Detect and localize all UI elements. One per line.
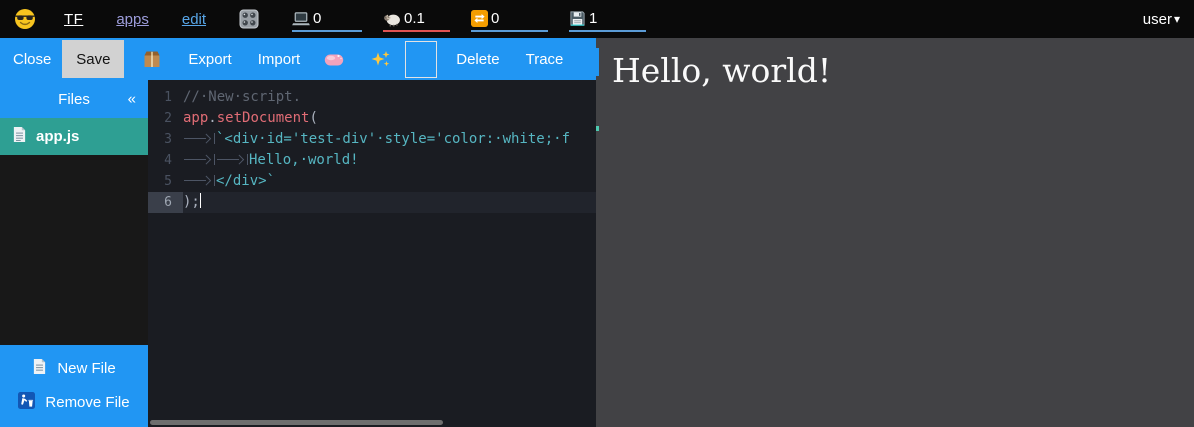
- storage-value: 1: [589, 10, 597, 27]
- code-token: `<div·id='test-div'·style='color:·white;…: [216, 131, 570, 147]
- storage-field[interactable]: 1: [569, 6, 646, 32]
- code-token: //·New·script.: [183, 89, 301, 105]
- overview-mark-blue: [596, 48, 599, 76]
- overview-mark-teal: [596, 126, 599, 131]
- ram-sheep-icon: [383, 12, 401, 27]
- control-knobs-icon[interactable]: [238, 8, 260, 30]
- app-preview-pane: Hello, world!: [596, 38, 1194, 427]
- smiley-sunglasses-icon: [14, 8, 36, 30]
- code-content[interactable]: Hello,·world!: [183, 150, 596, 171]
- collapse-sidebar-icon[interactable]: «: [128, 91, 136, 108]
- delete-button[interactable]: Delete: [456, 51, 499, 68]
- code-content[interactable]: app.setDocument(: [183, 108, 596, 129]
- code-content[interactable]: //·New·script.: [183, 87, 596, 108]
- remove-file-button[interactable]: Remove File: [0, 385, 148, 419]
- nav-link-apps[interactable]: apps: [116, 11, 149, 28]
- cpu-usage-value: 0: [313, 10, 321, 27]
- line-number: 4: [148, 150, 183, 171]
- litter-bin-icon: [18, 392, 35, 413]
- code-lines: 1//·New·script.2app.setDocument(3`<div·i…: [148, 80, 596, 213]
- export-button[interactable]: Export: [188, 51, 231, 68]
- tab-whitespace-icon: [183, 133, 215, 144]
- remove-file-label: Remove File: [45, 394, 129, 411]
- line-number: 1: [148, 87, 183, 108]
- code-content[interactable]: );: [183, 192, 596, 213]
- line-number: 2: [148, 108, 183, 129]
- code-token: .: [208, 110, 216, 126]
- ram-usage-field[interactable]: 0.1: [383, 6, 450, 32]
- code-line[interactable]: 4 Hello,·world!: [148, 150, 596, 171]
- trace-button[interactable]: Trace: [526, 51, 564, 68]
- scrollbar-thumb[interactable]: [150, 420, 443, 425]
- workspace: Files « app.js New File: [0, 80, 596, 427]
- main-area: Close Save Export Import Delete Trace Fi…: [0, 38, 1194, 427]
- code-line[interactable]: 1//·New·script.: [148, 87, 596, 108]
- new-file-label: New File: [57, 360, 115, 377]
- editor-toolbar: Close Save Export Import Delete Trace: [0, 38, 596, 80]
- code-token: );: [183, 194, 200, 210]
- sparkles-icon[interactable]: [371, 49, 391, 69]
- tab-whitespace-icon: [183, 154, 215, 165]
- code-line[interactable]: 2app.setDocument(: [148, 108, 596, 129]
- repeat-icon: [471, 10, 488, 27]
- horizontal-scrollbar[interactable]: [148, 418, 596, 427]
- import-button[interactable]: Import: [258, 51, 301, 68]
- nav-link-edit[interactable]: edit: [182, 11, 206, 28]
- code-token: Hello,·world!: [249, 152, 359, 168]
- topbar: TF apps edit 0 0.1 0 1 user ▾: [0, 0, 1194, 38]
- code-token: (: [309, 110, 317, 126]
- text-cursor: [200, 193, 202, 208]
- ram-usage-value: 0.1: [404, 10, 425, 27]
- laptop-icon: [292, 12, 310, 27]
- new-file-button[interactable]: New File: [0, 351, 148, 385]
- line-number: 5: [148, 171, 183, 192]
- sidebar-spacer: [0, 155, 148, 345]
- soap-icon[interactable]: [324, 52, 344, 67]
- code-line[interactable]: 5 </div>`: [148, 171, 596, 192]
- code-token: setDocument: [217, 110, 310, 126]
- code-editor[interactable]: 1//·New·script.2app.setDocument(3`<div·i…: [148, 80, 596, 427]
- new-file-icon: [32, 358, 47, 379]
- ide-pane: Close Save Export Import Delete Trace Fi…: [0, 38, 596, 427]
- code-line[interactable]: 6);: [148, 192, 596, 213]
- nav-link-tf[interactable]: TF: [64, 11, 83, 28]
- files-sidebar: Files « app.js New File: [0, 80, 148, 427]
- user-menu-label: user: [1143, 11, 1172, 28]
- floppy-disk-icon: [569, 10, 586, 27]
- code-line[interactable]: 3 `<div·id='test-div'·style='color:·white…: [148, 129, 596, 150]
- line-number: 6: [148, 192, 183, 213]
- close-button[interactable]: Close: [13, 51, 51, 68]
- code-content[interactable]: `<div·id='test-div'·style='color:·white;…: [183, 129, 596, 150]
- file-item-appjs[interactable]: app.js: [0, 118, 148, 155]
- tab-whitespace-icon: [216, 154, 248, 165]
- chevron-down-icon: ▾: [1174, 12, 1180, 26]
- package-icon[interactable]: [142, 50, 162, 69]
- reload-count-value: 0: [491, 10, 499, 27]
- code-token: </div>`: [216, 173, 275, 189]
- files-header: Files «: [0, 80, 148, 118]
- reload-count-field[interactable]: 0: [471, 6, 548, 32]
- line-number: 3: [148, 129, 183, 150]
- document-icon: [12, 126, 27, 147]
- tab-whitespace-icon: [183, 175, 215, 186]
- files-header-label: Files: [58, 91, 90, 108]
- code-content[interactable]: </div>`: [183, 171, 596, 192]
- code-token: app: [183, 110, 208, 126]
- user-menu[interactable]: user ▾: [1143, 11, 1180, 28]
- file-item-label: app.js: [36, 128, 79, 145]
- empty-icon-slot-button[interactable]: [405, 41, 437, 78]
- save-button[interactable]: Save: [62, 40, 124, 78]
- sidebar-actions: New File Remove File: [0, 345, 148, 427]
- cpu-usage-field[interactable]: 0: [292, 6, 362, 32]
- preview-hello-text: Hello, world!: [612, 51, 1194, 90]
